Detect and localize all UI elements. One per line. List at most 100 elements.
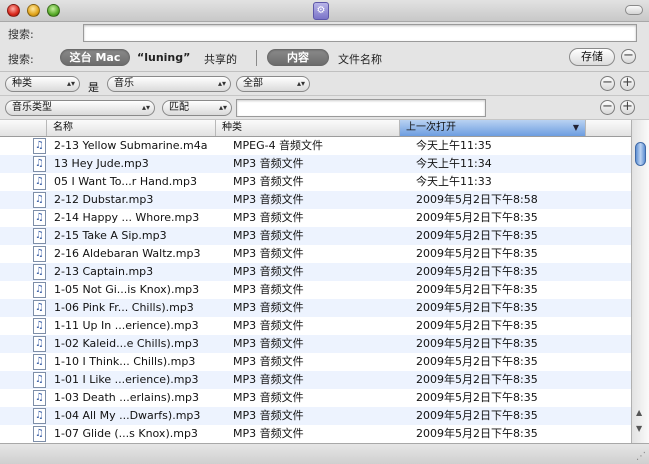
file-last-opened: 2009年5月2日下午8:35 (416, 427, 538, 440)
vertical-scrollbar[interactable]: ▲ ▼ (631, 120, 649, 443)
list-item[interactable]: 2-15 Take A Sip.mp3 MP3 音频文件 2009年5月2日下午8:… (0, 227, 631, 245)
file-kind: MP3 音频文件 (233, 373, 304, 386)
file-name: 2-12 Dubstar.mp3 (54, 193, 154, 206)
scroll-up-arrow-icon[interactable]: ▲ (636, 408, 642, 417)
list-item[interactable]: 2-14 Happy ... Whore.mp3 MP3 音频文件 2009年5月2… (0, 209, 631, 227)
search-row: 搜索: (0, 22, 649, 44)
list-item[interactable]: 1-11 Up In ...erience).mp3 MP3 音频文件 2009年5… (0, 317, 631, 335)
remove-scope-button[interactable]: − (621, 49, 636, 64)
minimize-button[interactable] (27, 4, 40, 17)
file-last-opened: 2009年5月2日下午8:35 (416, 391, 538, 404)
attribute-popup-kind[interactable]: 种类 ▴▾ (5, 76, 80, 92)
file-name: 1-02 Kaleid...e Chills).mp3 (54, 337, 199, 350)
file-last-opened: 2009年5月2日下午8:35 (416, 355, 538, 368)
file-kind: MP3 音频文件 (233, 319, 304, 332)
scope-shared-button[interactable]: 共享的 (204, 51, 237, 67)
title-bar[interactable]: ⚙ (0, 0, 649, 22)
zoom-button[interactable] (47, 4, 60, 17)
scrollbar-thumb[interactable] (635, 142, 646, 166)
file-kind: MP3 音频文件 (233, 175, 304, 188)
music-file-icon (33, 210, 46, 226)
list-item[interactable]: 13 Hey Jude.mp3 MP3 音频文件 今天上午11:34 (0, 155, 631, 173)
search-input[interactable] (83, 24, 637, 42)
file-kind: MP3 音频文件 (233, 355, 304, 368)
file-kind: MP3 音频文件 (233, 427, 304, 440)
file-name: 1-06 Pink Fr... Chills).mp3 (54, 301, 194, 314)
search-filename-button[interactable]: 文件名称 (338, 51, 382, 67)
scope-this-mac-button[interactable]: 这台 Mac (60, 49, 130, 66)
column-header-kind[interactable]: 种类 (216, 120, 400, 136)
column-header-name[interactable]: 名称 (47, 120, 216, 136)
file-name: 2-14 Happy ... Whore.mp3 (54, 211, 200, 224)
file-last-opened: 2009年5月2日下午8:35 (416, 247, 538, 260)
music-file-icon (33, 246, 46, 262)
list-item[interactable]: 1-02 Kaleid...e Chills).mp3 MP3 音频文件 2009年… (0, 335, 631, 353)
list-item[interactable]: 1-05 Not Gi...is Knox).mp3 MP3 音频文件 2009年5… (0, 281, 631, 299)
file-last-opened: 2009年5月2日下午8:35 (416, 301, 538, 314)
music-file-icon (33, 408, 46, 424)
kind-value-popup[interactable]: 音乐 ▴▾ (107, 76, 231, 92)
file-name: 2-15 Take A Sip.mp3 (54, 229, 167, 242)
file-name: 2-13 Captain.mp3 (54, 265, 154, 278)
file-last-opened: 2009年5月2日下午8:35 (416, 337, 538, 350)
music-file-icon (33, 300, 46, 316)
add-criteria-button[interactable]: + (620, 76, 635, 91)
criteria-row-kind: 种类 ▴▾ 是 音乐 ▴▾ 全部 ▴▾ − + (0, 72, 649, 96)
column-header-last-opened[interactable]: 上一次打开 ▼ (400, 120, 586, 136)
toolbar-toggle-button[interactable] (625, 5, 643, 15)
list-item[interactable]: 1-04 All My ...Dwarfs).mp3 MP3 音频文件 2009年5… (0, 407, 631, 425)
operator-popup-label: 匹配 (169, 102, 189, 113)
attribute-popup-genre[interactable]: 音乐类型 ▴▾ (5, 100, 155, 116)
list-item[interactable]: 1-06 Pink Fr... Chills).mp3 MP3 音频文件 2009年… (0, 299, 631, 317)
kind-subvalue-label: 全部 (243, 78, 263, 89)
file-last-opened: 2009年5月2日下午8:35 (416, 373, 538, 386)
search-contents-button[interactable]: 内容 (267, 49, 329, 66)
chevron-updown-icon: ▴▾ (218, 103, 227, 112)
list-item[interactable]: 1-01 I Like ...erience).mp3 MP3 音频文件 2009年… (0, 371, 631, 389)
list-item[interactable]: 2-13 Yellow Submarine.m4a MPEG-4 音频文件 今天上午… (0, 137, 631, 155)
file-name: 1-11 Up In ...erience).mp3 (54, 319, 199, 332)
file-kind: MP3 音频文件 (233, 283, 304, 296)
add-criteria-button[interactable]: + (620, 100, 635, 115)
results-list[interactable]: 2-13 Yellow Submarine.m4aMPEG-4 音频文件今天上午… (0, 137, 631, 443)
scroll-down-arrow-icon[interactable]: ▼ (636, 424, 642, 433)
file-name: 2-16 Aldebaran Waltz.mp3 (54, 247, 201, 260)
column-header-spacer (0, 120, 47, 136)
list-item[interactable]: 2-12 Dubstar.mp3 MP3 音频文件 2009年5月2日下午8:58 (0, 191, 631, 209)
scope-luning-button[interactable]: “luning” (137, 51, 190, 64)
file-kind: MP3 音频文件 (233, 157, 304, 170)
file-kind: MP3 音频文件 (233, 265, 304, 278)
file-name: 1-04 All My ...Dwarfs).mp3 (54, 409, 201, 422)
file-last-opened: 今天上午11:33 (416, 175, 492, 188)
remove-criteria-button[interactable]: − (600, 100, 615, 115)
music-file-icon (33, 426, 46, 442)
attribute-popup-label: 音乐类型 (12, 102, 52, 113)
music-file-icon (33, 336, 46, 352)
file-name: 1-07 Glide (...s Knox).mp3 (54, 427, 198, 440)
list-item[interactable]: 05 I Want To...r Hand.mp3 MP3 音频文件 今天上午11:… (0, 173, 631, 191)
status-bar: ⋰ (0, 443, 649, 464)
save-button[interactable]: 存储 (569, 48, 615, 66)
file-name: 05 I Want To...r Hand.mp3 (54, 175, 197, 188)
file-last-opened: 2009年5月2日下午8:35 (416, 229, 538, 242)
list-item[interactable]: 2-13 Captain.mp3 MP3 音频文件 2009年5月2日下午8:35 (0, 263, 631, 281)
kind-subvalue-popup[interactable]: 全部 ▴▾ (236, 76, 310, 92)
file-name: 1-01 I Like ...erience).mp3 (54, 373, 199, 386)
list-item[interactable]: 1-03 Death ...erlains).mp3 MP3 音频文件 2009年5… (0, 389, 631, 407)
chevron-updown-icon: ▴▾ (217, 79, 226, 88)
resize-grip-icon[interactable]: ⋰ (636, 451, 646, 462)
file-name: 1-05 Not Gi...is Knox).mp3 (54, 283, 200, 296)
close-button[interactable] (7, 4, 20, 17)
file-last-opened: 今天上午11:34 (416, 157, 492, 170)
list-item[interactable]: 1-07 Glide (...s Knox).mp3 MP3 音频文件 2009年5… (0, 425, 631, 443)
music-file-icon (33, 318, 46, 334)
genre-match-input[interactable] (236, 99, 486, 117)
music-file-icon (33, 354, 46, 370)
list-item[interactable]: 1-10 I Think... Chills).mp3 MP3 音频文件 2009年… (0, 353, 631, 371)
file-kind: MP3 音频文件 (233, 337, 304, 350)
remove-criteria-button[interactable]: − (600, 76, 615, 91)
list-item[interactable]: 2-16 Aldebaran Waltz.mp3 MP3 音频文件 2009年5月2… (0, 245, 631, 263)
music-file-icon (33, 372, 46, 388)
music-file-icon (33, 174, 46, 190)
operator-popup-matches[interactable]: 匹配 ▴▾ (162, 100, 232, 116)
